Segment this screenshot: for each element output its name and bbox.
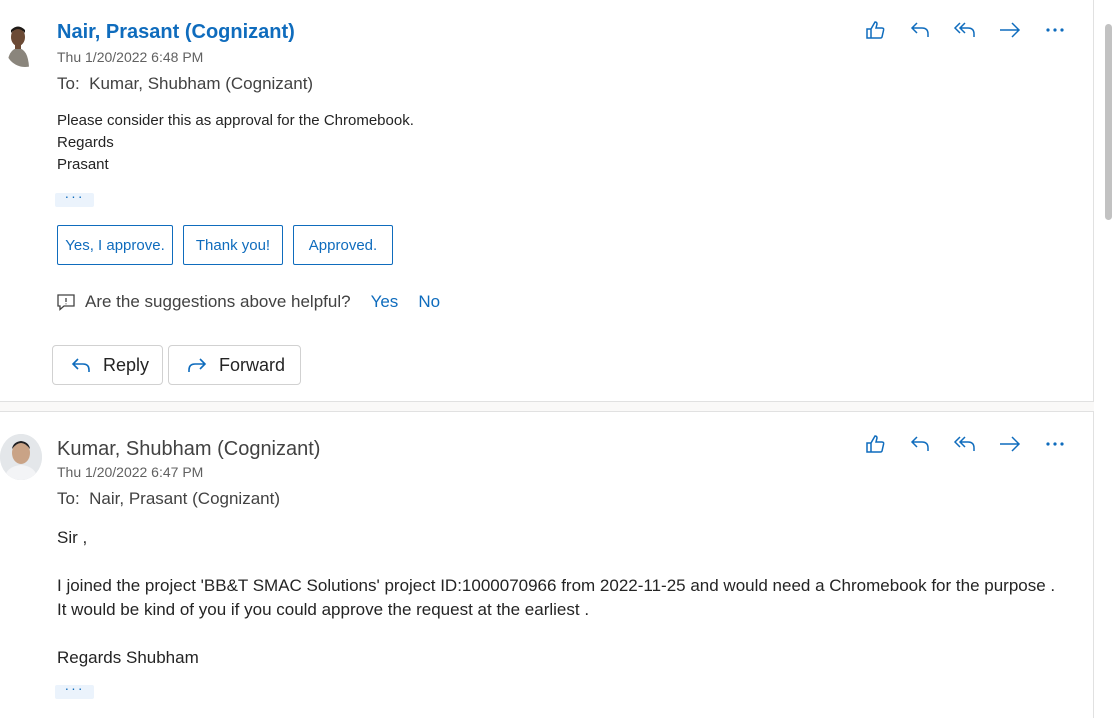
more-actions-icon[interactable]	[1040, 429, 1070, 459]
show-more-button[interactable]: ···	[55, 681, 94, 699]
forward-icon[interactable]	[995, 15, 1025, 45]
body-line: I joined the project 'BB&T SMAC Solution…	[57, 576, 1056, 619]
forward-button[interactable]: Forward	[168, 345, 301, 385]
more-actions-icon[interactable]	[1040, 15, 1070, 45]
message-body: Please consider this as approval for the…	[57, 110, 414, 176]
body-line: Regards Shubham	[57, 648, 199, 667]
message-toolbar	[860, 15, 1085, 45]
avatar[interactable]	[4, 21, 46, 67]
message-card-shubham: Kumar, Shubham (Cognizant) Thu 1/20/2022…	[0, 411, 1094, 718]
suggestion-feedback: Are the suggestions above helpful? Yes N…	[56, 292, 440, 312]
message-separator	[0, 402, 1094, 411]
reply-button[interactable]: Reply	[52, 345, 163, 385]
reply-all-icon[interactable]	[950, 429, 980, 459]
forward-icon	[188, 358, 207, 372]
to-label: To:	[57, 74, 80, 93]
sender-name[interactable]: Kumar, Shubham (Cognizant)	[57, 438, 320, 461]
to-line: To: Nair, Prasant (Cognizant)	[57, 489, 280, 509]
reply-icon[interactable]	[905, 15, 935, 45]
body-line: Prasant	[57, 156, 109, 173]
suggested-reply-thanks[interactable]: Thank you!	[183, 225, 283, 265]
reply-label: Reply	[103, 354, 150, 375]
recipient-name[interactable]: Kumar, Shubham (Cognizant)	[89, 74, 313, 93]
message-card-prasant: Nair, Prasant (Cognizant) Thu 1/20/2022 …	[0, 0, 1094, 402]
feedback-icon	[57, 294, 75, 311]
reply-icon[interactable]	[905, 429, 935, 459]
suggested-reply-approved[interactable]: Approved.	[293, 225, 393, 265]
show-more-button[interactable]: ···	[55, 189, 94, 207]
message-toolbar	[860, 429, 1085, 459]
sent-date: Thu 1/20/2022 6:48 PM	[57, 49, 204, 65]
scrollbar-thumb[interactable]	[1105, 24, 1112, 220]
feedback-yes-link[interactable]: Yes	[371, 292, 399, 312]
body-line: Please consider this as approval for the…	[57, 112, 414, 129]
body-line: Regards	[57, 134, 114, 151]
suggested-reply-approve[interactable]: Yes, I approve.	[57, 225, 173, 265]
scrollbar[interactable]	[1100, 0, 1116, 718]
body-line: Sir ,	[57, 528, 88, 547]
to-line: To: Kumar, Shubham (Cognizant)	[57, 74, 313, 94]
feedback-no-link[interactable]: No	[418, 292, 440, 312]
forward-label: Forward	[219, 354, 286, 375]
avatar[interactable]	[0, 434, 42, 480]
forward-icon[interactable]	[995, 429, 1025, 459]
sender-name[interactable]: Nair, Prasant (Cognizant)	[57, 21, 295, 44]
recipient-name[interactable]: Nair, Prasant (Cognizant)	[89, 489, 280, 508]
like-icon[interactable]	[860, 429, 890, 459]
like-icon[interactable]	[860, 15, 890, 45]
feedback-question: Are the suggestions above helpful?	[85, 292, 351, 311]
sent-date: Thu 1/20/2022 6:47 PM	[57, 464, 204, 480]
to-label: To:	[57, 489, 80, 508]
message-body: Sir , I joined the project 'BB&T SMAC So…	[57, 526, 1067, 670]
reply-icon	[71, 358, 90, 372]
reply-all-icon[interactable]	[950, 15, 980, 45]
